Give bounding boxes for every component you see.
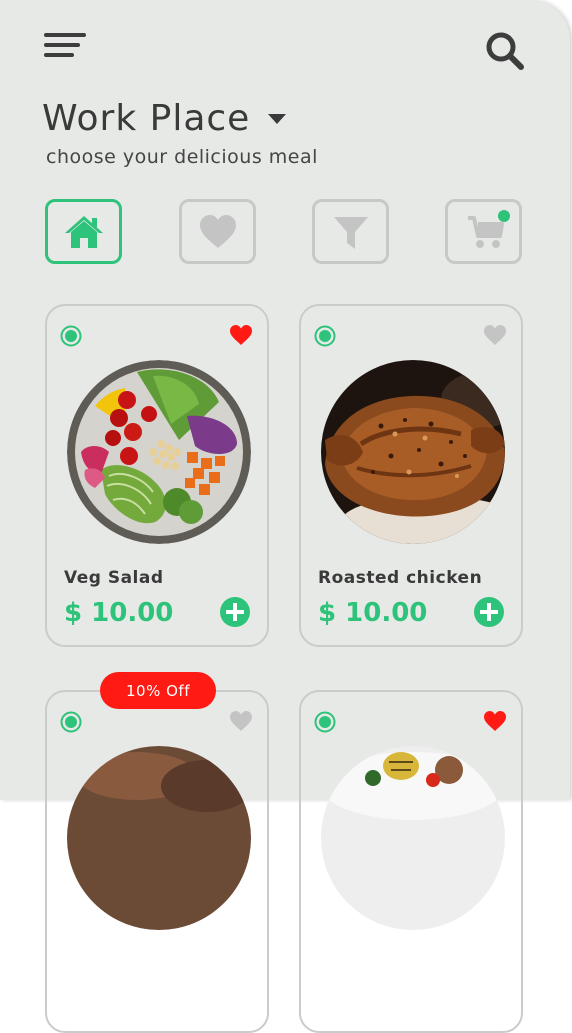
location-selector[interactable]: Work Place [42,98,287,139]
heart-icon [199,214,236,248]
salad-bowl-image [67,360,251,544]
category-stroller-button[interactable] [445,199,522,264]
product-price: $ 10.00 [64,598,174,628]
veg-indicator-icon[interactable] [60,711,82,733]
product-card-veg-salad[interactable]: Veg Salad $ 10.00 [45,304,269,647]
product-card-meat-dish[interactable] [45,690,269,1033]
heart-icon[interactable] [229,710,253,732]
search-icon[interactable] [484,30,526,72]
discount-badge: 10% Off [100,672,216,709]
filter-icon [333,216,368,249]
plated-dish-image [321,746,505,930]
chevron-down-icon[interactable] [268,113,287,124]
veg-indicator-icon[interactable] [314,711,336,733]
heart-icon[interactable] [483,710,507,732]
heart-icon[interactable] [229,324,253,346]
category-filter-button[interactable] [312,199,389,264]
product-card-plated-dish[interactable] [299,690,523,1033]
page-subtitle: choose your delicious meal [46,146,318,168]
app-screen: Work Place choose your delicious meal Ve… [0,0,570,1033]
roasted-chicken-image [321,360,505,544]
heart-icon[interactable] [483,324,507,346]
product-name: Roasted chicken [318,568,483,588]
product-name: Veg Salad [64,568,164,588]
category-home-button[interactable] [45,199,122,264]
page-title: Work Place [42,98,251,139]
add-to-cart-icon[interactable] [219,596,251,628]
hamburger-menu-icon[interactable] [44,33,86,63]
veg-indicator-icon[interactable] [60,325,82,347]
add-to-cart-icon[interactable] [473,596,505,628]
category-favorites-button[interactable] [179,199,256,264]
product-price: $ 10.00 [318,598,428,628]
notification-dot [498,210,510,222]
meat-dish-image [67,746,251,930]
home-icon [64,215,103,248]
product-card-roasted-chicken[interactable]: Roasted chicken $ 10.00 [299,304,523,647]
veg-indicator-icon[interactable] [314,325,336,347]
